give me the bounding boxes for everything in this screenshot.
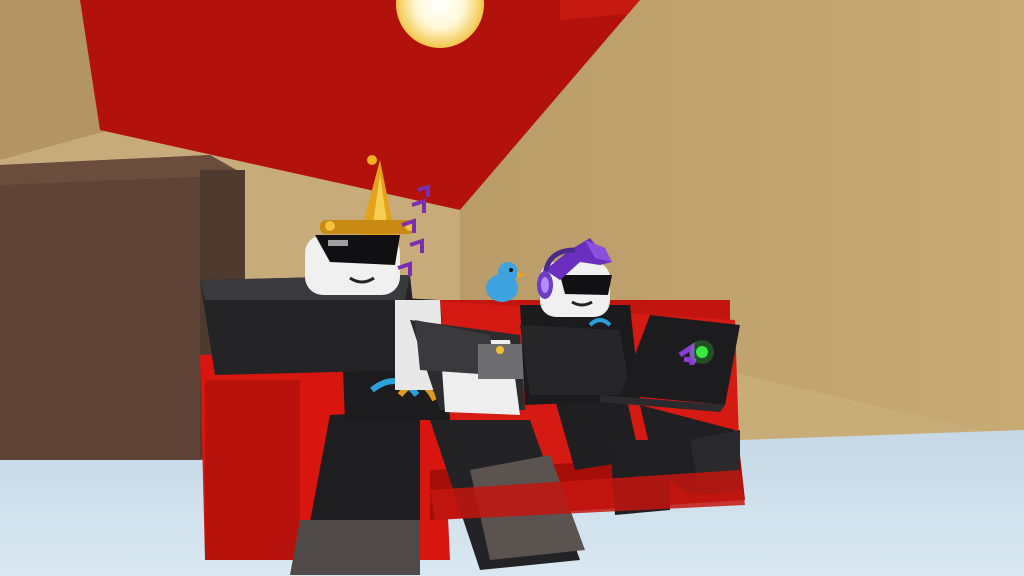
sunglasses-icon-right	[560, 275, 612, 295]
game-viewport[interactable]	[0, 0, 1024, 576]
scene-render	[0, 0, 1024, 576]
